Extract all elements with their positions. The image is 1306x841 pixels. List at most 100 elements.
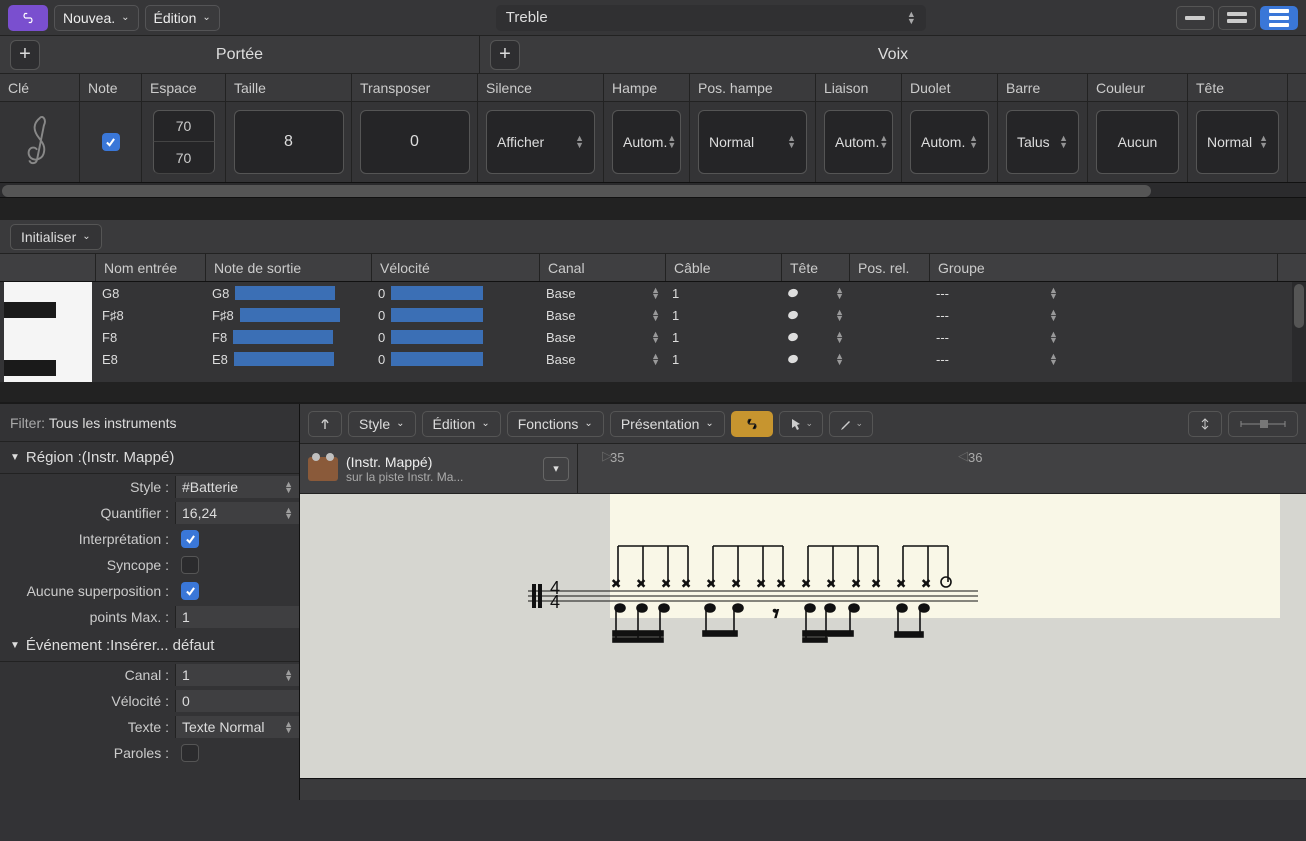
col-cable[interactable]: Câble xyxy=(666,254,782,281)
chevron-down-icon: ⌄ xyxy=(121,12,129,23)
stepper-icon[interactable]: ▲▼ xyxy=(1049,287,1058,299)
barre-select[interactable]: Talus▲▼ xyxy=(1006,110,1079,174)
duolet-select[interactable]: Autom.▲▼ xyxy=(910,110,989,174)
couleur-select[interactable]: Aucun xyxy=(1096,110,1179,174)
score-link-button[interactable] xyxy=(731,411,773,437)
texte-select[interactable]: Texte Normal▲▼ xyxy=(175,716,299,738)
table-row[interactable]: E8 E8 0 Base▲▼ 1 ▲▼ ---▲▼ xyxy=(96,348,1292,370)
vel-slider[interactable] xyxy=(391,286,483,300)
syncope-checkbox[interactable] xyxy=(181,556,199,574)
hampe-select[interactable]: Autom.▲▼ xyxy=(612,110,681,174)
clef-selector[interactable] xyxy=(0,102,80,182)
quantifier-select[interactable]: 16,24▲▼ xyxy=(175,502,299,524)
event-section-toggle[interactable]: ▼ Événement : Insérer... défaut xyxy=(0,630,299,662)
stepper-icon[interactable]: ▲▼ xyxy=(835,309,844,321)
initialiser-menu[interactable]: Initialiser⌄ xyxy=(10,224,102,250)
col-nom[interactable]: Nom entrée xyxy=(96,254,206,281)
link-button[interactable] xyxy=(8,5,48,31)
edition2-menu[interactable]: Édition⌄ xyxy=(422,411,501,437)
stepper-icon[interactable]: ▲▼ xyxy=(651,309,660,321)
canal-field[interactable]: 1▲▼ xyxy=(175,664,299,686)
hzoom-icon xyxy=(1238,418,1288,430)
region-section-toggle[interactable]: ▼ Région : (Instr. Mappé) xyxy=(0,442,299,474)
vel-slider[interactable] xyxy=(391,330,483,344)
piano-keyboard[interactable] xyxy=(4,282,92,382)
table-row[interactable]: G8 G8 0 Base▲▼ 1 ▲▼ ---▲▼ xyxy=(96,282,1292,304)
table-row[interactable]: F♯8 F♯8 0 Base▲▼ 1 ▲▼ ---▲▼ xyxy=(96,304,1292,326)
presentation-menu[interactable]: Présentation⌄ xyxy=(610,411,725,437)
add-voice-button[interactable]: + xyxy=(490,40,520,70)
style-menu[interactable]: Style⌄ xyxy=(348,411,416,437)
edition-menu[interactable]: Édition⌄ xyxy=(145,5,220,31)
loop-end-icon[interactable]: ◁ xyxy=(958,448,968,464)
col-groupe[interactable]: Groupe xyxy=(930,254,1278,281)
stepper-icon[interactable]: ▲▼ xyxy=(651,287,660,299)
stepper-icon[interactable]: ▲▼ xyxy=(835,353,844,365)
espace-bot-field[interactable]: 70 xyxy=(153,142,215,174)
superposition-checkbox[interactable] xyxy=(181,582,199,600)
interpretation-checkbox[interactable] xyxy=(181,530,199,548)
play-marker-icon[interactable]: ▷ xyxy=(602,448,612,464)
silence-select[interactable]: Afficher▲▼ xyxy=(486,110,595,174)
pointer-tool[interactable]: ⌄ xyxy=(779,411,823,437)
view-mode-1[interactable] xyxy=(1176,6,1214,30)
col-tete[interactable]: Tête xyxy=(782,254,850,281)
stepper-icon[interactable]: ▲▼ xyxy=(1049,331,1058,343)
fonctions-menu[interactable]: Fonctions⌄ xyxy=(507,411,604,437)
pen-tool[interactable]: ⌄ xyxy=(829,411,873,437)
poshampe-select[interactable]: Normal▲▼ xyxy=(698,110,807,174)
back-button[interactable] xyxy=(308,411,342,437)
out-slider[interactable] xyxy=(234,352,334,366)
hdr-note: Note xyxy=(80,74,142,101)
track-dropdown[interactable]: ▾ xyxy=(543,457,569,481)
stepper-icon[interactable]: ▲▼ xyxy=(1049,309,1058,321)
velocite-field[interactable]: 0 xyxy=(175,690,299,712)
treble-clef-icon xyxy=(20,113,60,171)
col-sortie[interactable]: Note de sortie xyxy=(206,254,372,281)
vert-zoom[interactable] xyxy=(1188,411,1222,437)
col-pos[interactable]: Pos. rel. xyxy=(850,254,930,281)
col-canal[interactable]: Canal xyxy=(540,254,666,281)
stepper-icon[interactable]: ▲▼ xyxy=(651,331,660,343)
table-row[interactable]: F8 F8 0 Base▲▼ 1 ▲▼ ---▲▼ xyxy=(96,326,1292,348)
staff-style-select[interactable]: Treble ▲▼ xyxy=(496,5,926,31)
svg-text:×: × xyxy=(637,575,645,591)
add-staff-button[interactable]: + xyxy=(10,40,40,70)
tete-select[interactable]: Normal▲▼ xyxy=(1196,110,1279,174)
vel-slider[interactable] xyxy=(391,352,483,366)
horiz-zoom[interactable] xyxy=(1228,411,1298,437)
out-slider[interactable] xyxy=(235,286,335,300)
paroles-checkbox[interactable] xyxy=(181,744,199,762)
taille-field[interactable]: 8 xyxy=(234,110,344,174)
stepper-icon[interactable]: ▲▼ xyxy=(835,287,844,299)
nouveau-menu[interactable]: Nouvea.⌄ xyxy=(54,5,139,31)
pointer-icon xyxy=(789,417,803,431)
v-scrollbar[interactable] xyxy=(1292,282,1306,382)
view-mode-2[interactable] xyxy=(1218,6,1256,30)
liaison-select[interactable]: Autom.▲▼ xyxy=(824,110,893,174)
out-slider[interactable] xyxy=(233,330,333,344)
svg-text:×: × xyxy=(922,575,930,591)
view-mode-3[interactable] xyxy=(1260,6,1298,30)
svg-text:×: × xyxy=(707,575,715,591)
stepper-icon[interactable]: ▲▼ xyxy=(651,353,660,365)
chevron-down-icon: ⌄ xyxy=(202,12,210,23)
espace-top-field[interactable]: 70 xyxy=(153,110,215,142)
col-vel[interactable]: Vélocité xyxy=(372,254,540,281)
svg-text:×: × xyxy=(757,575,765,591)
out-slider[interactable] xyxy=(240,308,340,322)
svg-text:𝄾: 𝄾 xyxy=(773,601,779,626)
svg-text:×: × xyxy=(897,575,905,591)
svg-text:×: × xyxy=(827,575,835,591)
transposer-field[interactable]: 0 xyxy=(360,110,470,174)
stepper-icon[interactable]: ▲▼ xyxy=(1049,353,1058,365)
note-checkbox[interactable] xyxy=(80,102,142,182)
style-select[interactable]: #Batterie▲▼ xyxy=(175,476,299,498)
drumkit-icon xyxy=(308,457,338,481)
filter-select[interactable]: Filter: Tous les instruments xyxy=(0,404,299,442)
points-max-field[interactable]: 1 xyxy=(175,606,299,628)
stepper-icon[interactable]: ▲▼ xyxy=(835,331,844,343)
vel-slider[interactable] xyxy=(391,308,483,322)
h-scrollbar[interactable] xyxy=(0,182,1306,198)
score-area[interactable]: 4 4 × × × × × × × × xyxy=(300,494,1306,800)
